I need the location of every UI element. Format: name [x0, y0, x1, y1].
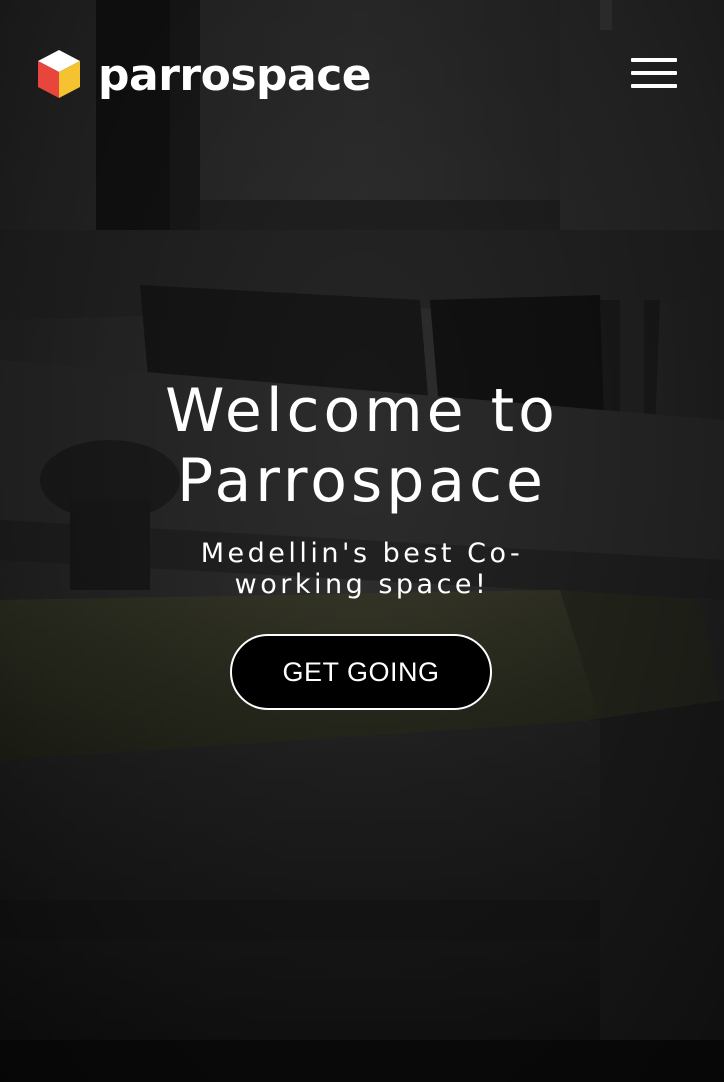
logo[interactable]: parrospace — [36, 44, 372, 104]
menu-bar-bottom — [631, 84, 677, 88]
hero-title: Welcome to Parrospace — [165, 376, 559, 516]
menu-bar-middle — [631, 71, 677, 75]
hamburger-menu-icon[interactable] — [628, 56, 678, 92]
menu-bar-top — [631, 58, 677, 62]
cube-logo-icon — [38, 50, 80, 98]
get-going-button[interactable]: GET GOING — [230, 634, 492, 710]
landing-page: parrospace Welcome to Parrospace Medelli… — [0, 0, 724, 1082]
hero-subtitle: Medellin's best Co-working space! — [200, 538, 524, 600]
hero-section: Welcome to Parrospace Medellin's best Co… — [0, 376, 724, 600]
logo-text: parrospace — [98, 50, 372, 101]
